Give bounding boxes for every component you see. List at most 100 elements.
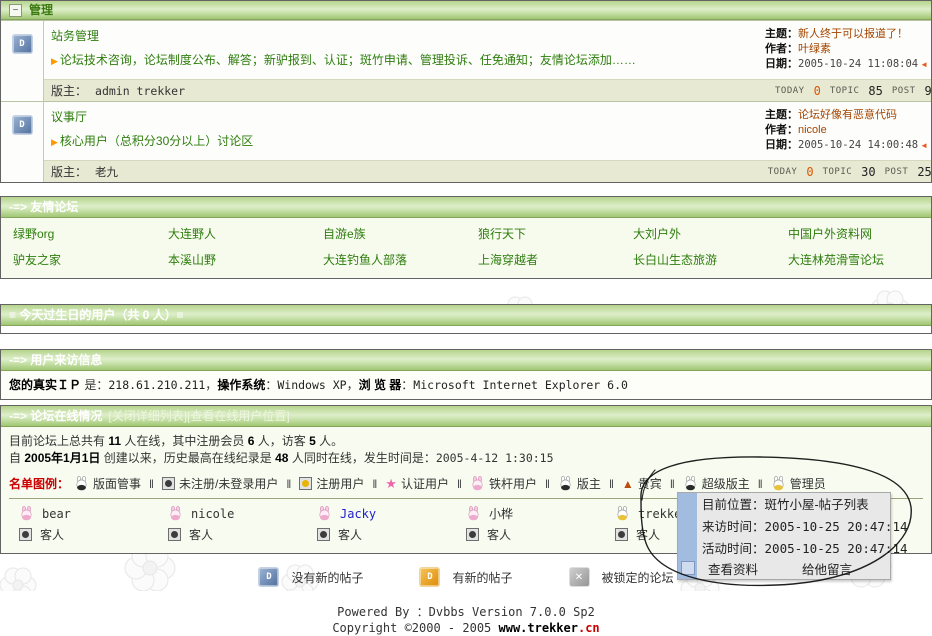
last-post-date: 2005-10-24 14:00:48: [798, 139, 918, 151]
tooltip-location-line: 目前位置：斑竹小屋-帖子列表: [702, 495, 890, 516]
online-summary-line: 目前论坛上总共有 11 人在线，其中注册会员 6 人，访客 5 人。: [9, 433, 923, 450]
username-link[interactable]: nicole: [191, 507, 234, 521]
forum-link[interactable]: 议事厅: [51, 108, 87, 125]
friend-forum-link[interactable]: 上海穿越者: [466, 248, 621, 272]
legend-new-posts: D 有新的帖子: [419, 567, 512, 587]
tooltip-visit-line: 来访时间：2005-10-25 20:47:14: [702, 516, 890, 538]
friend-forum-link[interactable]: 大刘户外: [621, 222, 776, 246]
guest-label: 客人: [636, 526, 660, 543]
powered-by: Powered By ：Dvbbs Version 7.0.0 Sp2: [0, 604, 932, 620]
bunny-dark-icon: [74, 476, 89, 491]
last-topic-link[interactable]: 论坛好像有恶意代码: [798, 109, 897, 121]
username-link[interactable]: 小桦: [489, 505, 513, 522]
online-guest: 客人: [19, 526, 168, 543]
legend-locked-forum: ✕ 被锁定的论坛: [569, 567, 674, 587]
bunny-pink-icon: [19, 506, 34, 521]
friend-forum-link[interactable]: 中国户外资料网: [776, 222, 931, 246]
no-new-posts-icon: D: [12, 115, 33, 135]
bunny-pink-icon: [317, 506, 332, 521]
topic-count: 30: [861, 165, 875, 179]
guest-square-icon: [162, 477, 175, 490]
online-members: 6: [248, 434, 255, 448]
bunny-pink-icon: [470, 476, 485, 491]
guest-label: 客人: [338, 526, 362, 543]
new-post-arrow-icon: ◄: [920, 60, 928, 69]
forum-counters: TODAY 0 TOPIC 30 POST 259: [768, 161, 932, 182]
visit-time: 2005-10-25 20:47:14: [765, 519, 908, 534]
legend-unregistered: 未注册/未登录用户: [162, 475, 278, 492]
category-title[interactable]: 管理: [29, 1, 53, 19]
last-topic-link[interactable]: 新人终于可以报道了！: [798, 28, 908, 40]
ip-address: 218.61.210.211: [108, 378, 205, 392]
post-count: 259: [917, 165, 932, 179]
online-guest: 客人: [466, 526, 615, 543]
founding-date: 2005年1月1日: [24, 451, 100, 465]
guest-label: 客人: [40, 526, 64, 543]
last-post-info: 主题：新人终于可以报道了！ 作者：叶绿素 日期：2005-10-24 11:08…: [765, 26, 931, 72]
record-count: 48: [275, 451, 288, 465]
today-count: 0: [806, 165, 813, 179]
guest-square-icon: [19, 528, 32, 541]
forum-link[interactable]: 站务管理: [51, 27, 99, 44]
section-friend-forums: -=> 友情论坛 绿野org 大连野人 自游e族 狼行天下 大刘户外 中国户外资…: [0, 196, 932, 279]
collapse-icon[interactable]: −: [9, 4, 22, 17]
bunny-yellow-icon: [615, 506, 630, 521]
friend-forum-link[interactable]: 大连林苑滑雪论坛: [776, 248, 931, 272]
leave-message-link[interactable]: 给他留言: [802, 560, 852, 581]
last-post-info: 主题：论坛好像有恶意代码 作者：nicole 日期：2005-10-24 14:…: [765, 107, 931, 153]
friend-forum-link[interactable]: 狼行天下: [466, 222, 621, 246]
page-footer: Powered By ：Dvbbs Version 7.0.0 Sp2 Copy…: [0, 604, 932, 636]
view-profile-link[interactable]: 查看资料: [708, 560, 758, 581]
username-link[interactable]: Jacky: [340, 507, 376, 521]
post-count: 95: [925, 84, 932, 98]
view-user-position-link[interactable]: [查看在线用户位置]: [187, 409, 290, 423]
online-status-title: -=> 论坛在线情况: [9, 406, 102, 426]
moderator-links[interactable]: 老九: [95, 164, 118, 180]
legend-admin: 管理员: [771, 475, 826, 492]
section-visit-info: -=> 用户来访信息 您的真实ＩＰ 是：218.61.210.211，操作系统：…: [0, 349, 932, 400]
guest-square-icon: [466, 528, 479, 541]
bunny-dark-icon: [683, 476, 698, 491]
legend-super-moderator: 超级版主: [683, 475, 750, 492]
member-square-icon: [299, 477, 312, 490]
browser-name: Microsoft Internet Explorer 6.0: [413, 378, 628, 392]
copyright: Copyright ©2000 - 2005 www.trekker.cn: [0, 620, 932, 636]
close-detail-list-link[interactable]: [关闭详细列表]: [108, 409, 187, 423]
forum-category-board: − 管理 D 站务管理 ▶论坛技术咨询，论坛制度公布、解答；新驴报到、认证；斑竹…: [0, 0, 932, 183]
friend-forum-link[interactable]: 本溪山野: [156, 248, 311, 272]
username-link[interactable]: bear: [42, 507, 71, 521]
os-name: Windows XP: [277, 378, 346, 392]
last-author-link[interactable]: nicole: [798, 124, 827, 136]
friend-forum-link[interactable]: 自游e族: [311, 222, 466, 246]
bunny-pink-icon: [466, 506, 481, 521]
friend-forum-link[interactable]: 大连钓鱼人部落: [311, 248, 466, 272]
site-link[interactable]: www.trekker: [499, 621, 578, 635]
friend-forum-link[interactable]: 大连野人: [156, 222, 311, 246]
triangle-icon: ▲: [622, 477, 634, 491]
user-location: 斑竹小屋-帖子列表: [765, 498, 869, 512]
moderator-links[interactable]: admin trekker: [95, 84, 185, 98]
legend-label: 名单图例：: [9, 475, 69, 492]
online-guest: 客人: [168, 526, 317, 543]
online-record-line: 自 2005年1月1日 创建以来，历史最高在线纪录是 48 人同时在线，发生时间…: [9, 450, 923, 467]
legend-registered: 注册用户: [299, 475, 364, 492]
forum-stats-row: 版主： 老九 TODAY 0 TOPIC 30 POST 259: [44, 160, 931, 182]
visit-info-body: 您的真实ＩＰ 是：218.61.210.211，操作系统：Windows XP，…: [1, 371, 931, 399]
online-total: 11: [108, 434, 121, 448]
tooltip-selection-strip: [678, 493, 697, 579]
new-posts-icon: D: [419, 567, 440, 587]
forum-row: D 议事厅 ▶核心用户（总积分30分以上）讨论区 主题：论坛好像有恶意代码 作者…: [1, 101, 931, 182]
forum-description: ▶论坛技术咨询，论坛制度公布、解答；新驴报到、认证；斑竹申请、管理投诉、任免通知…: [51, 51, 765, 68]
friend-forum-link[interactable]: 绿野org: [1, 222, 156, 246]
friend-forum-link[interactable]: 驴友之家: [1, 248, 156, 272]
last-author-link[interactable]: 叶绿素: [798, 43, 831, 55]
birthday-header: ≡ 今天过生日的用户（共 0 人）≡: [1, 305, 931, 326]
user-info-tooltip: 目前位置：斑竹小屋-帖子列表 来访时间：2005-10-25 20:47:14 …: [677, 492, 891, 580]
friend-forum-link[interactable]: 长白山生态旅游: [621, 248, 776, 272]
category-header: − 管理: [1, 1, 931, 20]
online-user: 小桦: [466, 505, 615, 522]
record-time: 2005-4-12 1:30:15: [436, 451, 554, 465]
legend-board-manager: 版面管事: [74, 475, 141, 492]
birthday-body: [1, 326, 931, 333]
forum-status-cell: D: [1, 21, 44, 101]
